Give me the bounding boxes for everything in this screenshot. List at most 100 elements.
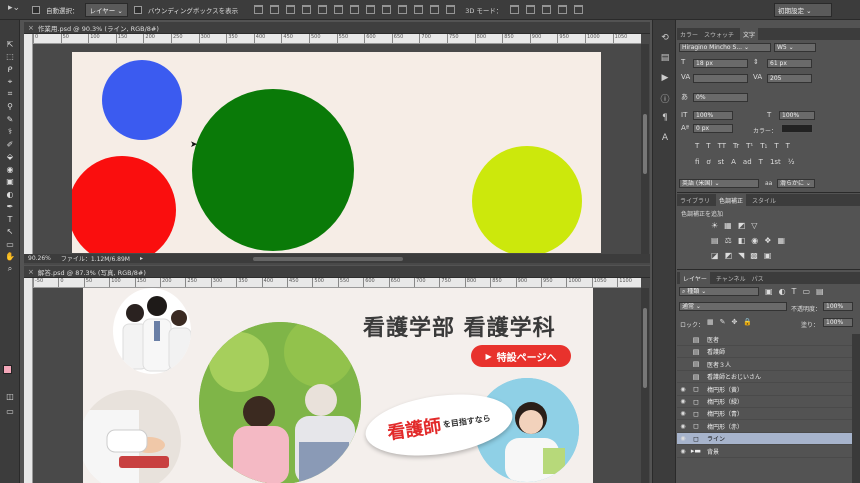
- doc2-horizontal-ruler[interactable]: -50 0 50 100 150 200 250 300 350 400 450 500 550 600 6…: [33, 278, 641, 288]
- tracking-field[interactable]: 205: [767, 74, 812, 83]
- auto-select-target-dropdown[interactable]: レイヤー ⌄: [84, 2, 128, 17]
- yellow-circle[interactable]: [472, 146, 582, 253]
- tool-16-icon[interactable]: ▭: [0, 238, 20, 251]
- char-tab-2[interactable]: 文字: [740, 28, 759, 40]
- scale-3d-icon[interactable]: [574, 5, 584, 14]
- align-bottom-icon[interactable]: [286, 5, 296, 14]
- language-dropdown[interactable]: 英語 (米国) ⌄: [679, 179, 759, 188]
- blue-circle[interactable]: [102, 60, 182, 140]
- adjustment-row2_icons-5-icon[interactable]: ▦: [777, 236, 785, 245]
- adjustment-row2_icons-4-icon[interactable]: ❖: [764, 236, 771, 245]
- adjustment-row1_icons-0-icon[interactable]: ☀: [711, 221, 718, 230]
- adjustment-row3_icons-3-icon[interactable]: ▩: [750, 251, 758, 260]
- layer-row[interactable]: ▤ 医者: [677, 334, 852, 346]
- adjustment-row1_icons-3-icon[interactable]: ▽: [751, 221, 757, 230]
- opacity-field[interactable]: 100%: [823, 302, 853, 311]
- auto-select-checkbox[interactable]: [32, 5, 40, 14]
- adjustment-row1_icons-1-icon[interactable]: ▦: [724, 221, 732, 230]
- layers-tab-1[interactable]: チャンネル: [716, 274, 746, 283]
- type-style-button-7[interactable]: T: [786, 142, 790, 150]
- layer-row[interactable]: ▤ 医者３人: [677, 359, 852, 371]
- layer-row[interactable]: ◉ ◻ 楕円形（緑）: [677, 396, 852, 408]
- bounding-box-checkbox[interactable]: [133, 5, 142, 14]
- status-arrow-icon[interactable]: ▸: [140, 255, 143, 262]
- doc1-canvas[interactable]: [72, 52, 601, 253]
- tool-15-icon[interactable]: ↖: [0, 226, 20, 239]
- opentype-button-4[interactable]: ad: [743, 158, 752, 166]
- layer-row[interactable]: ◉ ◻ 楕円形（青）: [677, 408, 852, 421]
- font-size-field[interactable]: 18 px: [693, 59, 748, 68]
- tool-7-icon[interactable]: ⚕: [0, 126, 20, 139]
- fill-field[interactable]: 100%: [823, 318, 853, 327]
- doc1-vertical-scrollbar[interactable]: [641, 44, 649, 254]
- type-style-button-3[interactable]: Tr: [733, 142, 739, 150]
- font-family-field[interactable]: Hiragino Mincho S... ⌄: [679, 43, 771, 52]
- drag-3d-icon[interactable]: [542, 5, 552, 14]
- doc2-vertical-ruler[interactable]: [24, 278, 33, 483]
- layer-row[interactable]: ◉ ▸▬ 背景: [677, 446, 852, 458]
- opentype-button-7[interactable]: ½: [788, 158, 795, 166]
- filter-pixel-icon[interactable]: ▣: [765, 287, 773, 296]
- baseline-shift-field[interactable]: 0 px: [693, 124, 733, 133]
- type-style-button-6[interactable]: T: [774, 142, 778, 150]
- filter-shape-icon[interactable]: ▭: [802, 287, 810, 296]
- kerning-field[interactable]: [693, 74, 748, 83]
- green-circle[interactable]: [192, 89, 354, 251]
- layer-row[interactable]: ◉ ◻ ライン: [677, 433, 852, 446]
- horizontal-scale-field[interactable]: 100%: [779, 111, 815, 120]
- roll-3d-icon[interactable]: [526, 5, 536, 14]
- tool-2-icon[interactable]: ᑭ: [0, 63, 20, 76]
- distribute-vcenter-icon[interactable]: [366, 5, 376, 14]
- tool-9-icon[interactable]: ⬙: [0, 151, 20, 164]
- char-tab-0[interactable]: カラー: [680, 30, 698, 39]
- tool-12-icon[interactable]: ◐: [0, 188, 20, 201]
- paragraph-icon[interactable]: ¶: [653, 108, 677, 128]
- layers-tab-2[interactable]: パス: [752, 274, 764, 283]
- doc2-vertical-scrollbar[interactable]: [641, 288, 649, 483]
- actions-icon[interactable]: ▶: [653, 68, 677, 88]
- font-style-field[interactable]: W5 ⌄: [774, 43, 816, 52]
- slide-3d-icon[interactable]: [558, 5, 568, 14]
- tool-3-icon[interactable]: ⌖: [0, 76, 20, 89]
- lock-transparent-icon[interactable]: ▦: [707, 318, 714, 326]
- adjustment-row3_icons-0-icon[interactable]: ◪: [711, 251, 719, 260]
- info-icon[interactable]: ⓘ: [653, 88, 677, 108]
- char-tab-1[interactable]: スウォッチ: [704, 30, 734, 39]
- layers-tab-0[interactable]: レイヤー: [680, 272, 710, 284]
- leading-field[interactable]: 61 px: [767, 59, 812, 68]
- doc1-vertical-ruler[interactable]: [24, 34, 33, 254]
- adjustment-row3_icons-2-icon[interactable]: ◥: [738, 251, 744, 260]
- adjustment-row2_icons-0-icon[interactable]: ▤: [711, 236, 719, 245]
- lock-image-icon[interactable]: ✎: [720, 318, 726, 326]
- visibility-eye-icon[interactable]: ◉: [677, 448, 689, 455]
- visibility-eye-icon[interactable]: ◉: [677, 423, 689, 430]
- doc2-scroll-thumb[interactable]: [643, 308, 647, 388]
- align-vcenter-icon[interactable]: [270, 5, 280, 14]
- doc1-tab[interactable]: × 作業用.psd @ 90.3% (ライン, RGB/8#): [24, 22, 650, 34]
- special-page-button[interactable]: ▶ 特設ページへ: [471, 345, 571, 367]
- layer-row[interactable]: ◉ ◻ 楕円形（黄）: [677, 384, 852, 396]
- layer-row[interactable]: ◉ ◻ 楕円形（赤）: [677, 421, 852, 433]
- adjustment-row2_icons-3-icon[interactable]: ◉: [751, 236, 758, 245]
- tool-17-icon[interactable]: ✋: [0, 251, 20, 264]
- tool-5-icon[interactable]: ⚲: [0, 101, 20, 114]
- screen-mode-icon[interactable]: ▭: [0, 405, 20, 418]
- vertical-scale-field[interactable]: 100%: [693, 111, 733, 120]
- align-left-icon[interactable]: [302, 5, 312, 14]
- tool-18-icon[interactable]: ⌕: [0, 263, 20, 276]
- tool-8-icon[interactable]: ✐: [0, 138, 20, 151]
- tool-1-icon[interactable]: ⬚: [0, 51, 20, 64]
- align-right-icon[interactable]: [334, 5, 344, 14]
- tool-10-icon[interactable]: ◉: [0, 163, 20, 176]
- tool-13-icon[interactable]: ✒: [0, 201, 20, 214]
- visibility-eye-icon[interactable]: ◉: [677, 398, 689, 405]
- opentype-button-6[interactable]: 1st: [770, 158, 781, 166]
- tool-0-icon[interactable]: ⇱: [0, 38, 20, 51]
- character-icon[interactable]: A: [653, 128, 677, 148]
- tool-14-icon[interactable]: T: [0, 213, 20, 226]
- align-hcenter-icon[interactable]: [318, 5, 328, 14]
- adjust-tab-0[interactable]: ライブラリ: [680, 196, 710, 205]
- orbit-3d-icon[interactable]: [510, 5, 520, 14]
- opentype-button-3[interactable]: A: [731, 158, 736, 166]
- opentype-button-2[interactable]: st: [718, 158, 724, 166]
